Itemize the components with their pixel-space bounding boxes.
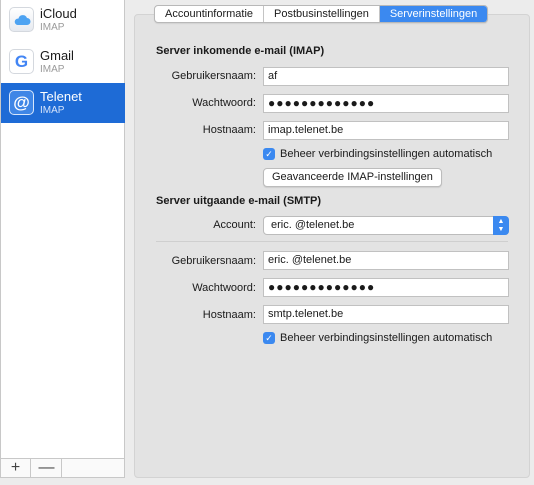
- outgoing-auto-manage-label: Beheer verbindingsinstellingen automatis…: [280, 332, 493, 344]
- account-list-controls: + —: [1, 458, 124, 477]
- outgoing-heading: Server uitgaande e-mail (SMTP): [156, 195, 322, 207]
- account-item-gmail[interactable]: G Gmail IMAP: [1, 42, 125, 82]
- account-name: iCloud: [40, 6, 77, 21]
- account-item-icloud[interactable]: iCloud IMAP: [1, 0, 125, 40]
- at-glyph: @: [13, 92, 30, 112]
- tab-bar: Accountinformatie Postbusinstellingen Se…: [154, 5, 489, 23]
- account-type: IMAP: [40, 22, 65, 33]
- incoming-username-field[interactable]: af: [263, 67, 509, 86]
- gmail-icon: G: [9, 49, 34, 74]
- at-icon: @: [9, 90, 34, 115]
- add-account-button[interactable]: +: [1, 459, 31, 477]
- outgoing-account-label: Account:: [213, 219, 256, 231]
- outgoing-account-value: eric. @telenet.be: [271, 219, 355, 231]
- incoming-password-label: Wachtwoord:: [192, 97, 256, 109]
- checkmark-icon: ✓: [263, 148, 275, 160]
- tab-server-settings[interactable]: Serverinstellingen: [379, 6, 488, 22]
- incoming-host-field[interactable]: imap.telenet.be: [263, 121, 509, 140]
- outgoing-username-field[interactable]: eric. @telenet.be: [263, 251, 509, 270]
- outgoing-auto-manage-checkbox[interactable]: ✓ Beheer verbindingsinstellingen automat…: [263, 332, 492, 344]
- outgoing-password-label: Wachtwoord:: [192, 282, 256, 294]
- account-name: Gmail: [40, 48, 74, 63]
- account-type: IMAP: [40, 105, 65, 116]
- incoming-username-label: Gebruikersnaam:: [171, 70, 256, 82]
- gmail-glyph: G: [14, 51, 29, 71]
- account-list: iCloud IMAP G Gmail IMAP @ Telenet IMAP …: [0, 0, 125, 478]
- advanced-imap-settings-button[interactable]: Geavanceerde IMAP-instellingen: [263, 168, 442, 187]
- account-name: Telenet: [40, 89, 82, 104]
- incoming-auto-manage-label: Beheer verbindingsinstellingen automatis…: [280, 148, 493, 160]
- incoming-host-label: Hostnaam:: [202, 124, 256, 136]
- outgoing-host-label: Hostnaam:: [202, 309, 256, 321]
- checkmark-icon: ✓: [263, 332, 275, 344]
- incoming-password-field[interactable]: ●●●●●●●●●●●●●: [263, 94, 509, 113]
- account-type: IMAP: [40, 64, 65, 75]
- icloud-icon: [9, 7, 34, 32]
- outgoing-password-field[interactable]: ●●●●●●●●●●●●●: [263, 278, 509, 297]
- incoming-heading: Server inkomende e-mail (IMAP): [156, 45, 325, 57]
- remove-account-button[interactable]: —: [32, 459, 62, 477]
- up-down-chevron-icon: ▲ ▼: [493, 216, 509, 235]
- outgoing-account-select[interactable]: eric. @telenet.be ▲ ▼: [263, 216, 509, 235]
- outgoing-username-label: Gebruikersnaam:: [171, 255, 256, 267]
- divider: [156, 241, 508, 242]
- tab-account-info[interactable]: Accountinformatie: [155, 6, 265, 22]
- tab-mailbox-settings[interactable]: Postbusinstellingen: [264, 6, 380, 22]
- account-item-telenet[interactable]: @ Telenet IMAP: [1, 83, 125, 123]
- incoming-auto-manage-checkbox[interactable]: ✓ Beheer verbindingsinstellingen automat…: [263, 148, 492, 160]
- outgoing-host-field[interactable]: smtp.telenet.be: [263, 305, 509, 324]
